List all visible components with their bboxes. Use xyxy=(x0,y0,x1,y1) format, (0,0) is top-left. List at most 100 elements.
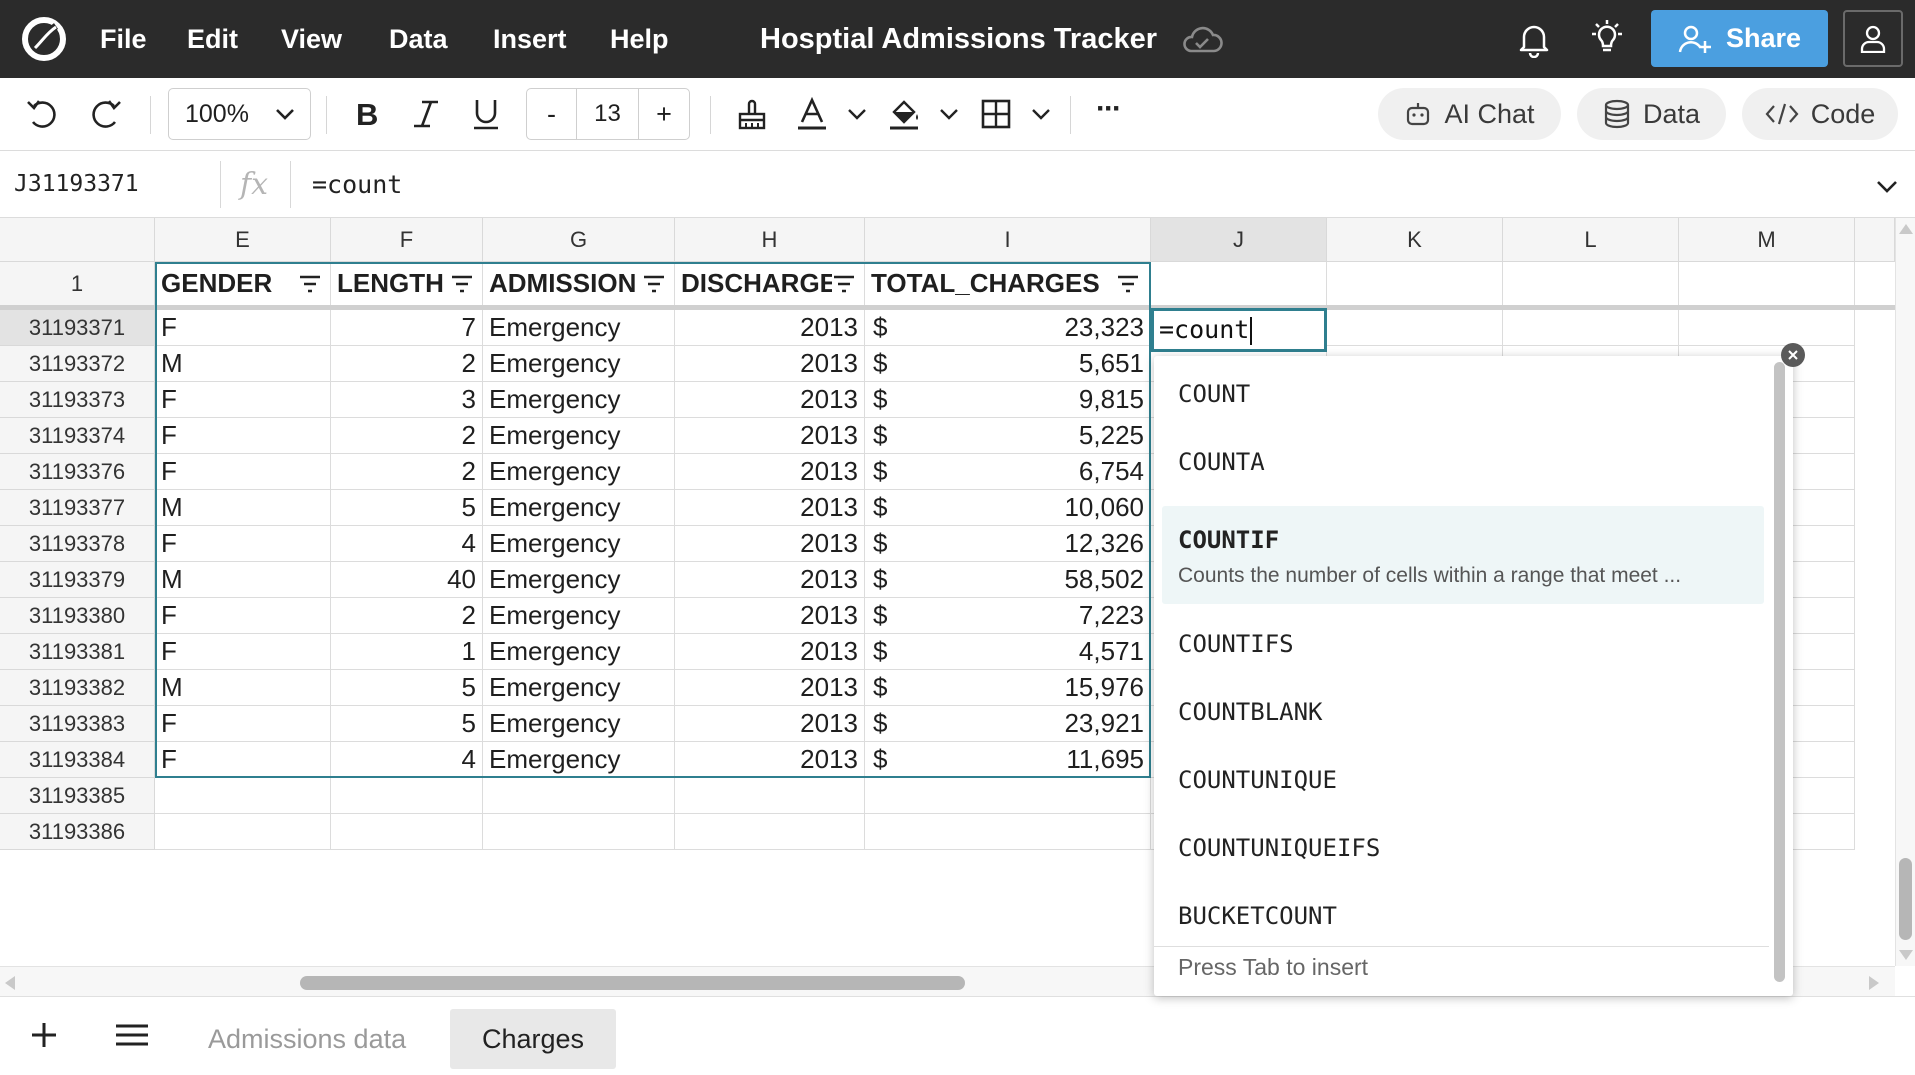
cell-length[interactable]: 40 xyxy=(331,562,483,598)
column-header-e[interactable]: E xyxy=(155,218,331,262)
cell-discharge[interactable]: 2013 xyxy=(675,634,865,670)
cell[interactable] xyxy=(1151,262,1327,306)
decrease-font-size-button[interactable]: - xyxy=(527,89,577,139)
cell-admission[interactable]: Emergency xyxy=(483,382,675,418)
autocomplete-item-countifs[interactable]: COUNTIFS xyxy=(1162,610,1764,678)
autocomplete-item-count[interactable]: COUNT xyxy=(1162,360,1764,428)
cell-discharge[interactable]: 2013 xyxy=(675,562,865,598)
bold-icon[interactable]: B xyxy=(348,96,384,132)
menu-edit[interactable]: Edit xyxy=(187,0,238,78)
cell-discharge[interactable]: 2013 xyxy=(675,490,865,526)
cell-charges[interactable] xyxy=(865,778,1151,814)
row-header[interactable]: 31193379 xyxy=(0,562,155,598)
add-sheet-icon[interactable] xyxy=(26,1017,62,1053)
column-header-j[interactable]: J xyxy=(1151,218,1327,262)
filter-icon[interactable] xyxy=(298,274,322,294)
cell-discharge[interactable]: 2013 xyxy=(675,418,865,454)
cell-admission[interactable]: Emergency xyxy=(483,346,675,382)
undo-icon[interactable] xyxy=(24,96,60,132)
menu-help[interactable]: Help xyxy=(610,0,669,78)
autocomplete-scroll-thumb[interactable] xyxy=(1774,362,1785,982)
menu-view[interactable]: View xyxy=(281,0,342,78)
menu-insert[interactable]: Insert xyxy=(493,0,567,78)
column-header-i[interactable]: I xyxy=(865,218,1151,262)
cell-gender[interactable]: F xyxy=(155,310,331,346)
cell-discharge[interactable]: 2013 xyxy=(675,454,865,490)
table-header-length[interactable]: LENGTH xyxy=(331,262,483,306)
horizontal-scroll-thumb[interactable] xyxy=(300,976,965,990)
cell-charges[interactable]: $12,326 xyxy=(865,526,1151,562)
column-header-g[interactable]: G xyxy=(483,218,675,262)
row-header[interactable]: 31193385 xyxy=(0,778,155,814)
cell-length[interactable]: 1 xyxy=(331,634,483,670)
column-header-k[interactable]: K xyxy=(1327,218,1503,262)
cell-discharge[interactable] xyxy=(675,778,865,814)
cell-discharge[interactable]: 2013 xyxy=(675,706,865,742)
cell[interactable] xyxy=(1503,310,1679,346)
cell-discharge[interactable]: 2013 xyxy=(675,310,865,346)
cell[interactable] xyxy=(1327,310,1503,346)
code-button[interactable]: Code xyxy=(1742,88,1898,140)
cell-length[interactable]: 2 xyxy=(331,346,483,382)
row-header[interactable]: 31193377 xyxy=(0,490,155,526)
ai-chat-button[interactable]: AI Chat xyxy=(1378,88,1561,140)
sheet-tab-charges[interactable]: Charges xyxy=(450,1009,617,1069)
italic-icon[interactable] xyxy=(408,96,444,132)
cell-charges[interactable]: $9,815 xyxy=(865,382,1151,418)
fill-color-icon[interactable] xyxy=(886,96,922,132)
cell-gender[interactable]: M xyxy=(155,490,331,526)
sheet-tab-admissions-data[interactable]: Admissions data xyxy=(176,1009,438,1069)
cell[interactable] xyxy=(1679,310,1855,346)
cell[interactable] xyxy=(1503,262,1679,306)
cell-length[interactable] xyxy=(331,778,483,814)
cell-gender[interactable] xyxy=(155,778,331,814)
row-header[interactable]: 31193384 xyxy=(0,742,155,778)
cell-admission[interactable]: Emergency xyxy=(483,742,675,778)
cell-length[interactable]: 2 xyxy=(331,598,483,634)
row-header[interactable]: 31193371 xyxy=(0,310,155,346)
cell-discharge[interactable]: 2013 xyxy=(675,742,865,778)
increase-font-size-button[interactable]: + xyxy=(639,89,689,139)
scroll-right-arrow-icon[interactable] xyxy=(1869,976,1879,990)
vertical-scroll-thumb[interactable] xyxy=(1899,858,1912,940)
cell-admission[interactable]: Emergency xyxy=(483,562,675,598)
cell-gender[interactable]: F xyxy=(155,706,331,742)
cell-length[interactable]: 5 xyxy=(331,706,483,742)
column-header-f[interactable]: F xyxy=(331,218,483,262)
menu-file[interactable]: File xyxy=(100,0,147,78)
cell-charges[interactable]: $10,060 xyxy=(865,490,1151,526)
cell-length[interactable]: 4 xyxy=(331,742,483,778)
autocomplete-item-counta[interactable]: COUNTA xyxy=(1162,428,1764,496)
row-header[interactable]: 31193381 xyxy=(0,634,155,670)
cell-charges[interactable]: $6,754 xyxy=(865,454,1151,490)
table-header-admission[interactable]: ADMISSION xyxy=(483,262,675,306)
cell-charges[interactable]: $5,651 xyxy=(865,346,1151,382)
more-options-button[interactable]: ··· xyxy=(1096,92,1122,126)
scroll-down-arrow-icon[interactable] xyxy=(1899,950,1913,960)
cell-gender[interactable]: M xyxy=(155,562,331,598)
close-autocomplete-button[interactable] xyxy=(1781,343,1805,367)
formula-input[interactable]: =count xyxy=(312,151,402,218)
cell-charges[interactable]: $11,695 xyxy=(865,742,1151,778)
cell-admission[interactable]: Emergency xyxy=(483,598,675,634)
paint-format-icon[interactable] xyxy=(734,96,770,132)
cell[interactable] xyxy=(1327,262,1503,306)
cell-gender[interactable]: F xyxy=(155,634,331,670)
row-header[interactable]: 1 xyxy=(0,262,155,306)
cell-charges[interactable]: $23,921 xyxy=(865,706,1151,742)
sheet-list-icon[interactable] xyxy=(112,1017,152,1053)
cell-length[interactable]: 2 xyxy=(331,418,483,454)
redo-icon[interactable] xyxy=(88,96,124,132)
cell-admission[interactable] xyxy=(483,778,675,814)
scroll-up-arrow-icon[interactable] xyxy=(1899,224,1913,234)
cell-length[interactable]: 2 xyxy=(331,454,483,490)
column-header-m[interactable]: M xyxy=(1679,218,1855,262)
cell-charges[interactable]: $4,571 xyxy=(865,634,1151,670)
cell-admission[interactable] xyxy=(483,814,675,850)
cell-admission[interactable]: Emergency xyxy=(483,454,675,490)
cell-discharge[interactable]: 2013 xyxy=(675,382,865,418)
cell[interactable] xyxy=(1679,262,1855,306)
active-cell-editor[interactable]: =count xyxy=(1151,308,1327,352)
autocomplete-item-bucketcount[interactable]: BUCKETCOUNT xyxy=(1162,882,1764,950)
app-logo-icon[interactable] xyxy=(22,17,66,61)
